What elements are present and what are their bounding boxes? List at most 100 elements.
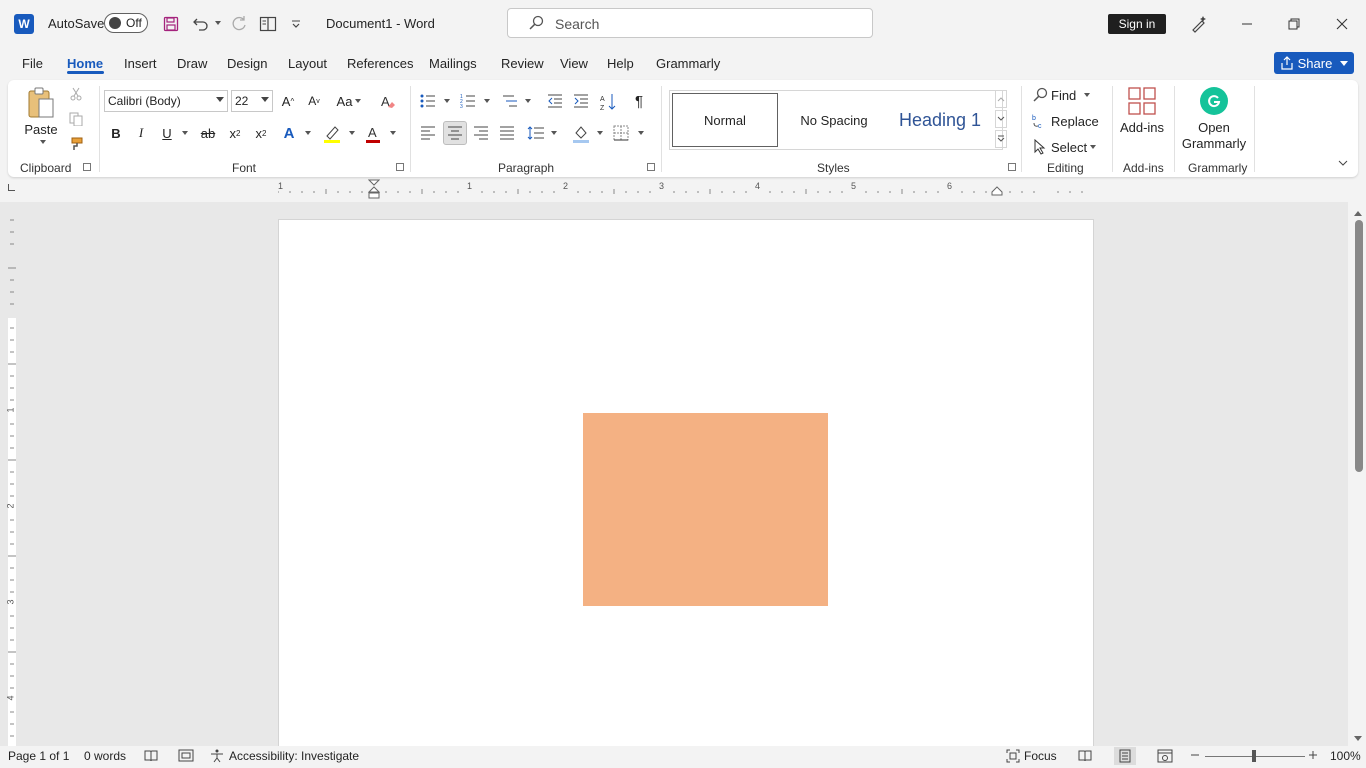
- grammarly-icon[interactable]: [1200, 87, 1228, 115]
- autosave-toggle[interactable]: Off: [104, 13, 148, 33]
- clear-formatting-icon[interactable]: A: [378, 91, 398, 111]
- tab-draw[interactable]: Draw: [177, 56, 207, 71]
- line-spacing-dropdown-icon[interactable]: [547, 127, 557, 139]
- print-layout-icon[interactable]: [1114, 747, 1136, 765]
- paragraph-launcher-icon[interactable]: [647, 163, 655, 171]
- multilevel-list-icon[interactable]: [500, 91, 520, 111]
- font-color-dropdown-icon[interactable]: [386, 127, 396, 139]
- line-spacing-icon[interactable]: [526, 123, 546, 143]
- designer-icon[interactable]: [1188, 13, 1210, 35]
- sign-in-button[interactable]: Sign in: [1108, 14, 1166, 34]
- add-ins-button[interactable]: Add-ins: [1116, 120, 1168, 135]
- open-grammarly-line1[interactable]: Open: [1184, 120, 1244, 135]
- scroll-up-icon[interactable]: [1353, 206, 1363, 220]
- format-painter-icon[interactable]: [68, 136, 84, 152]
- undo-icon[interactable]: [190, 13, 212, 35]
- tab-design[interactable]: Design: [227, 56, 267, 71]
- accessibility-icon[interactable]: [210, 749, 224, 766]
- customize-quick-access-icon[interactable]: [288, 14, 304, 34]
- clipboard-launcher-icon[interactable]: [83, 163, 91, 171]
- decrease-indent-icon[interactable]: [545, 91, 565, 111]
- bold-icon[interactable]: B: [108, 123, 124, 143]
- numbering-icon[interactable]: 123: [458, 91, 478, 111]
- macro-recording-icon[interactable]: [178, 749, 194, 765]
- superscript-icon[interactable]: x2: [253, 123, 269, 143]
- redo-icon[interactable]: [228, 13, 250, 35]
- tab-layout[interactable]: Layout: [288, 56, 327, 71]
- numbering-dropdown-icon[interactable]: [480, 95, 490, 107]
- scroll-down-icon[interactable]: [1353, 732, 1363, 746]
- paste-button[interactable]: Paste: [24, 122, 57, 137]
- rectangle-shape[interactable]: [583, 413, 828, 606]
- font-color-icon[interactable]: A: [364, 123, 382, 145]
- paste-icon[interactable]: [26, 86, 56, 120]
- tab-references[interactable]: References: [347, 56, 413, 71]
- underline-dropdown-icon[interactable]: [178, 127, 188, 139]
- increase-indent-icon[interactable]: [571, 91, 591, 111]
- bullets-dropdown-icon[interactable]: [440, 95, 450, 107]
- indent-marker-icon[interactable]: [367, 179, 381, 204]
- search-input[interactable]: Search: [507, 8, 873, 38]
- multilevel-dropdown-icon[interactable]: [521, 95, 531, 107]
- style-no-spacing[interactable]: No Spacing: [780, 93, 888, 147]
- tab-home[interactable]: Home: [67, 56, 103, 71]
- proofing-icon[interactable]: [144, 749, 158, 765]
- restore-icon[interactable]: [1283, 13, 1305, 35]
- vertical-scrollbar[interactable]: [1350, 202, 1366, 746]
- web-layout-icon[interactable]: [1157, 749, 1173, 766]
- read-mode-icon[interactable]: [1078, 749, 1092, 765]
- open-grammarly-line2[interactable]: Grammarly: [1182, 136, 1246, 151]
- highlight-color-icon[interactable]: [322, 123, 342, 145]
- save-icon[interactable]: [160, 13, 182, 35]
- grow-font-icon[interactable]: A ^: [278, 91, 298, 111]
- tab-insert[interactable]: Insert: [124, 56, 157, 71]
- underline-icon[interactable]: U: [159, 123, 175, 143]
- undo-dropdown-icon[interactable]: [212, 18, 221, 28]
- highlight-dropdown-icon[interactable]: [345, 127, 355, 139]
- copy-icon[interactable]: [68, 111, 84, 127]
- scrollbar-thumb[interactable]: [1355, 220, 1363, 472]
- italic-icon[interactable]: I: [133, 123, 149, 143]
- tab-mailings[interactable]: Mailings: [429, 56, 477, 71]
- tab-selector-icon[interactable]: [8, 184, 15, 191]
- layout-view-icon[interactable]: [257, 13, 279, 35]
- change-case-button[interactable]: Aa: [334, 91, 364, 111]
- borders-icon[interactable]: [611, 123, 631, 143]
- justify-icon[interactable]: [497, 123, 517, 143]
- share-dropdown-icon[interactable]: [1340, 60, 1349, 66]
- share-button[interactable]: Share: [1274, 52, 1354, 74]
- subscript-icon[interactable]: x2: [227, 123, 243, 143]
- styles-more-icon[interactable]: [995, 130, 1007, 148]
- word-count[interactable]: 0 words: [84, 749, 126, 763]
- replace-button[interactable]: bc Replace: [1032, 111, 1102, 131]
- strikethrough-icon[interactable]: ab: [199, 123, 217, 143]
- shading-dropdown-icon[interactable]: [593, 127, 603, 139]
- tab-file[interactable]: File: [22, 56, 43, 71]
- borders-dropdown-icon[interactable]: [634, 127, 644, 139]
- cut-icon[interactable]: [68, 86, 84, 102]
- show-formatting-marks-icon[interactable]: ¶: [629, 91, 649, 111]
- style-normal[interactable]: Normal: [672, 93, 778, 147]
- select-button[interactable]: Select: [1032, 137, 1102, 157]
- tab-help[interactable]: Help: [607, 56, 634, 71]
- document-page[interactable]: [278, 219, 1094, 746]
- paste-dropdown-icon[interactable]: [37, 138, 46, 146]
- styles-scroll-up-icon[interactable]: [995, 90, 1007, 108]
- text-effects-dropdown-icon[interactable]: [301, 127, 311, 139]
- align-left-icon[interactable]: [418, 123, 438, 143]
- text-effects-icon[interactable]: A: [280, 123, 298, 143]
- align-center-icon[interactable]: [443, 121, 467, 145]
- font-name-combo[interactable]: Calibri (Body): [104, 90, 228, 112]
- accessibility-status[interactable]: Accessibility: Investigate: [229, 749, 359, 763]
- focus-mode-icon[interactable]: [1006, 749, 1020, 766]
- font-size-combo[interactable]: 22: [231, 90, 273, 112]
- sort-icon[interactable]: AZ: [599, 91, 619, 113]
- font-launcher-icon[interactable]: [396, 163, 404, 171]
- styles-scroll-down-icon[interactable]: [995, 110, 1007, 128]
- bullets-icon[interactable]: [418, 91, 438, 111]
- zoom-in-icon[interactable]: [1308, 749, 1318, 764]
- minimize-icon[interactable]: [1236, 13, 1258, 35]
- align-right-icon[interactable]: [471, 123, 491, 143]
- find-button[interactable]: Find: [1032, 85, 1102, 105]
- tab-review[interactable]: Review: [501, 56, 544, 71]
